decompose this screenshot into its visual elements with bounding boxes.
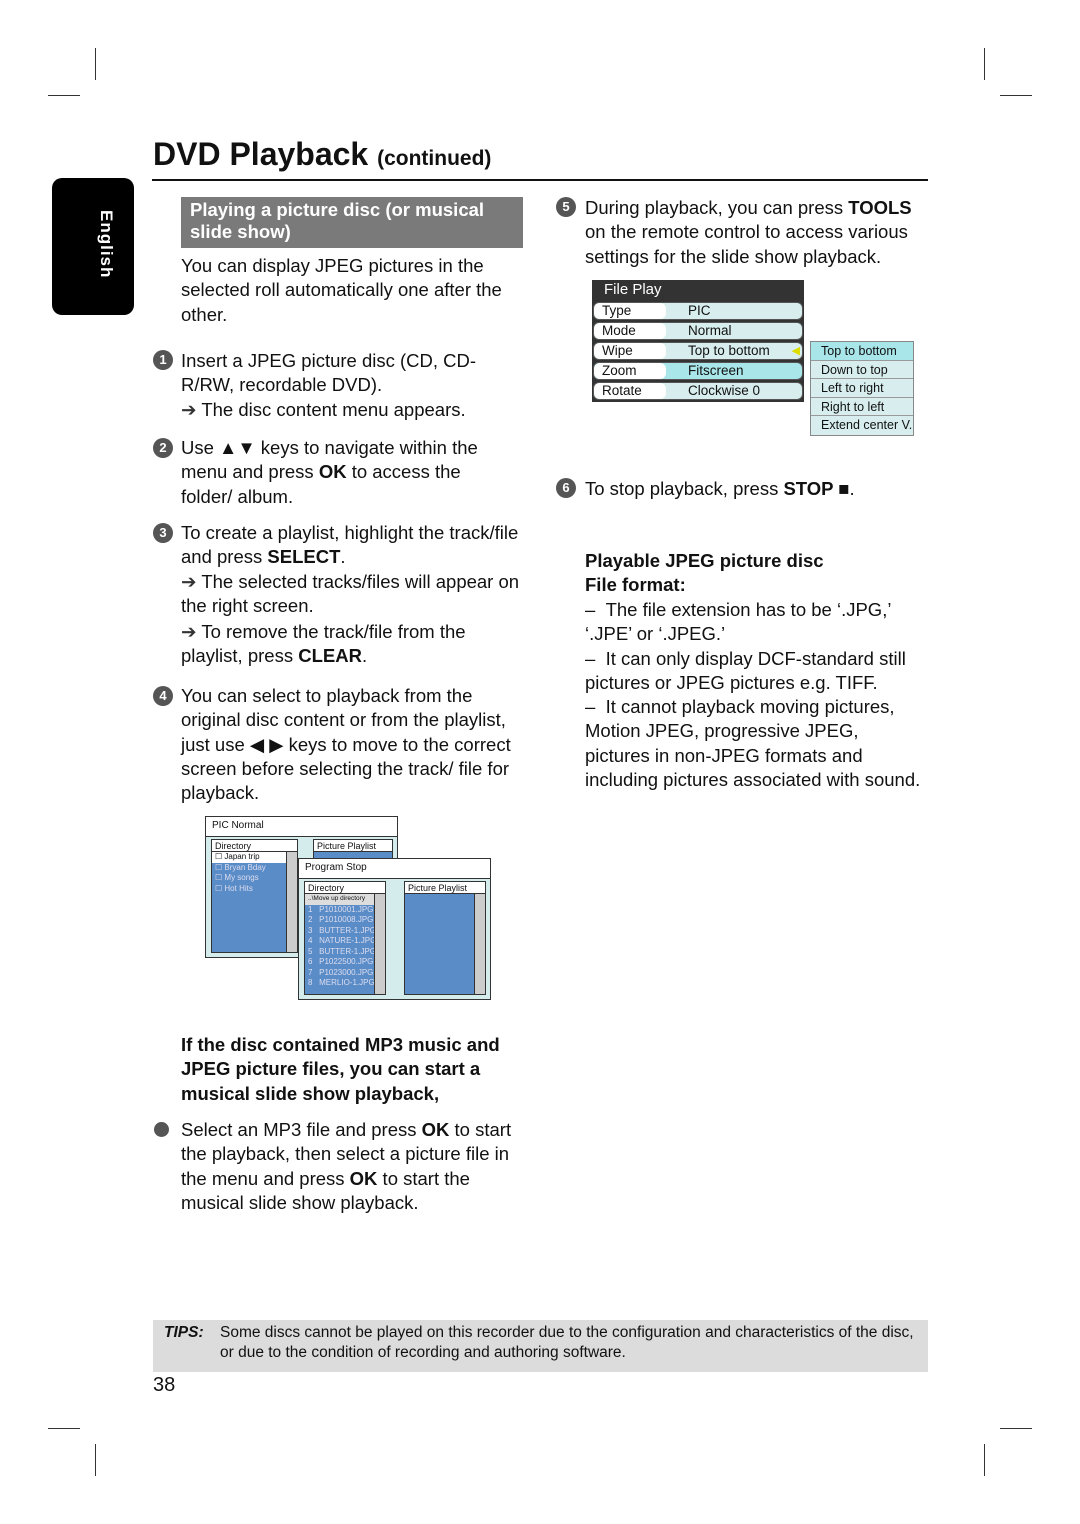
step-2: Use ▲▼ keys to navigate within the menu … xyxy=(181,437,478,507)
step-number: 3 xyxy=(153,523,173,543)
step-text: Insert a JPEG picture disc (CD, CD-R/RW,… xyxy=(181,350,477,396)
crop-mark xyxy=(1000,1428,1032,1429)
crop-mark xyxy=(95,1444,96,1476)
screen-title: PIC Normal xyxy=(206,817,397,837)
screen-title: Program Stop xyxy=(299,859,490,879)
step-number: 6 xyxy=(556,478,576,498)
title-rule xyxy=(152,179,928,181)
menu-row-mode[interactable]: Mode Normal xyxy=(593,322,803,340)
crop-mark xyxy=(48,95,80,96)
tips-label: TIPS: xyxy=(164,1324,204,1341)
step-1: Insert a JPEG picture disc (CD, CD-R/RW,… xyxy=(181,350,477,420)
intro-text: You can display JPEG pictures in the sel… xyxy=(181,255,502,325)
language-label: English xyxy=(97,210,116,279)
crop-mark xyxy=(984,48,985,80)
step-4: You can select to playback from the orig… xyxy=(181,685,511,804)
option[interactable]: Down to top xyxy=(811,361,913,380)
crop-mark xyxy=(1000,95,1032,96)
step-3: To create a playlist, highlight the trac… xyxy=(181,522,520,667)
section-heading: Playing a picture disc (or musical slide… xyxy=(181,197,523,248)
crop-mark xyxy=(95,48,96,80)
mp3-heading: If the disc contained MP3 music and JPEG… xyxy=(181,1034,500,1104)
directory-pane: Directory ☐ Japan trip ☐ Bryan Bday ☐ My… xyxy=(211,839,298,953)
option[interactable]: Left to right xyxy=(811,379,913,398)
mp3-instructions: Select an MP3 file and press OK to start… xyxy=(181,1119,512,1213)
menu-row-zoom[interactable]: Zoom Fitscreen xyxy=(593,362,803,380)
option[interactable]: Right to left xyxy=(811,398,913,417)
jpeg-list: – The file extension has to be ‘.JPG,’ ‘… xyxy=(585,599,921,791)
crop-mark xyxy=(48,1428,80,1429)
tips-text: Some discs cannot be played on this reco… xyxy=(220,1324,914,1361)
step-result: The disc content menu appears. xyxy=(201,398,466,420)
arrow-left-icon: ◀ xyxy=(791,345,800,357)
menu-row-type[interactable]: Type PIC xyxy=(593,302,803,320)
file-play-menu: File Play Type PIC Mode Normal Wipe Top to … xyxy=(592,280,804,402)
language-tab: English xyxy=(52,178,134,315)
crop-mark xyxy=(984,1444,985,1476)
step-number: 5 xyxy=(556,197,576,217)
page-title: DVD Playback (continued) xyxy=(153,136,491,173)
step-number: 1 xyxy=(153,350,173,370)
subtitle-text: (continued) xyxy=(377,147,492,170)
step-5: During playback, you can press TOOLS on … xyxy=(585,197,912,267)
program-stop-screen: Program Stop Directory ..\Move up direct… xyxy=(298,858,491,1000)
scrollbar[interactable] xyxy=(286,852,297,952)
step-number: 4 xyxy=(153,686,173,706)
bullet-icon xyxy=(154,1122,169,1137)
menu-row-wipe[interactable]: Wipe Top to bottom ◀ xyxy=(593,342,803,360)
scrollbar[interactable] xyxy=(374,894,385,994)
option[interactable]: Top to bottom xyxy=(811,342,913,361)
scrollbar[interactable] xyxy=(474,894,485,994)
page-number: 38 xyxy=(153,1374,176,1396)
directory-pane: Directory ..\Move up directory 1 P101000… xyxy=(304,881,386,995)
option[interactable]: Extend center V. xyxy=(811,416,913,435)
menu-title: File Play xyxy=(604,281,662,298)
menu-row-rotate[interactable]: Rotate Clockwise 0 xyxy=(593,382,803,400)
step-6: To stop playback, press STOP ■. xyxy=(585,478,855,499)
wipe-options: Top to bottom Down to top Left to right … xyxy=(810,341,914,436)
title-text: DVD Playback xyxy=(153,136,369,172)
step-number: 2 xyxy=(153,438,173,458)
jpeg-heading: Playable JPEG picture disc File format: xyxy=(585,550,824,596)
tips-box: TIPS: Some discs cannot be played on this… xyxy=(153,1320,928,1372)
playlist-pane: Picture Playlist xyxy=(404,881,486,995)
